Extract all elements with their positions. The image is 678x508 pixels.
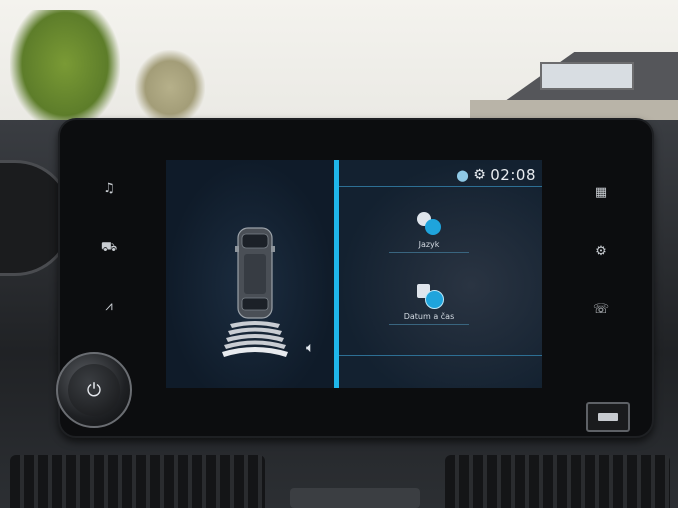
gear-icon[interactable]: ⚙: [473, 167, 486, 183]
power-icon: ⏻: [68, 364, 120, 416]
rear-proximity-bars: [222, 321, 288, 357]
language-chat-icon: [415, 212, 443, 236]
settings-item-label: Datum a čas: [403, 312, 455, 321]
navigation-icon[interactable]: ⩘: [98, 295, 120, 317]
speaker-icon[interactable]: 🔈︎: [306, 340, 314, 356]
parking-sensor-panel: 🔈︎: [166, 160, 334, 388]
header-divider: [339, 186, 542, 187]
car-top-view: [222, 227, 288, 357]
date-time-icon: [415, 284, 444, 309]
item-underline: [389, 252, 469, 253]
location-pin-icon: ⬤: [456, 168, 470, 182]
settings-item-label: Jazyk: [418, 240, 440, 249]
apps-grid-icon[interactable]: ▦: [590, 181, 612, 203]
settings-item-date-time[interactable]: Datum a čas: [379, 284, 479, 325]
usb-slot: [598, 413, 618, 421]
touchscreen[interactable]: 🔈︎ ⬤ ⚙ 02:08 Jazyk Datum a čas: [166, 160, 542, 388]
settings-panel: ⬤ ⚙ 02:08 Jazyk Datum a čas: [339, 160, 542, 388]
clock-time: 02:08: [490, 166, 536, 184]
air-vent-left: [10, 455, 265, 508]
item-underline: [389, 324, 469, 325]
phone-icon[interactable]: ☏: [590, 298, 612, 320]
car-icon[interactable]: ⛟: [98, 237, 120, 259]
tree-background: [10, 10, 120, 130]
air-vent-center: [290, 488, 420, 508]
car-body-icon: [235, 227, 275, 319]
air-vent-right: [445, 455, 670, 508]
tree-background-small: [135, 50, 205, 125]
settings-item-language[interactable]: Jazyk: [379, 212, 479, 253]
house-window: [540, 62, 634, 90]
music-note-icon[interactable]: ♫: [98, 177, 120, 199]
footer-divider: [339, 355, 542, 356]
settings-gear-icon[interactable]: ⚙: [590, 240, 612, 262]
power-volume-knob[interactable]: ⏻: [56, 352, 132, 428]
status-bar: ⬤ ⚙ 02:08: [456, 166, 536, 184]
usb-port: [586, 402, 630, 432]
